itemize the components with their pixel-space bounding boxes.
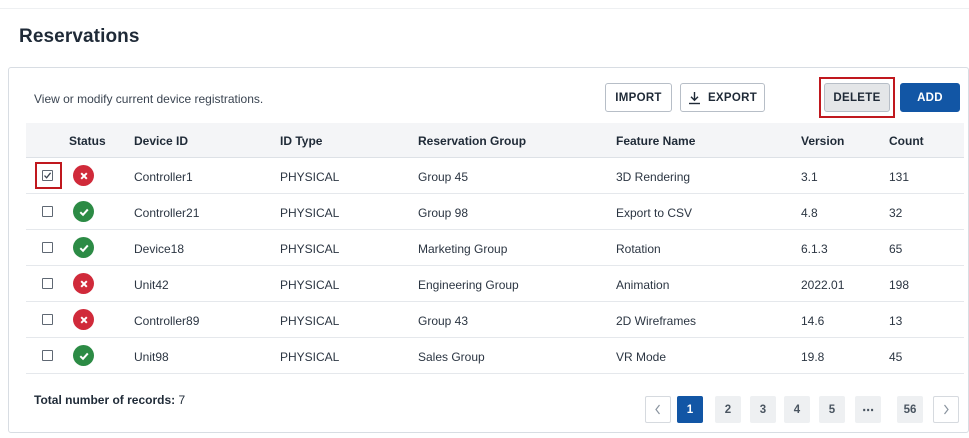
page-button[interactable]: 56 [897, 396, 923, 423]
device-id-cell: Unit98 [134, 350, 169, 364]
reservation-group-cell: Group 98 [418, 206, 469, 220]
page-button[interactable]: 4 [784, 396, 810, 423]
feature-name-cell: VR Mode [616, 350, 667, 364]
import-button[interactable]: IMPORT [605, 83, 672, 112]
checkmark-icon [44, 172, 52, 179]
page-title: Reservations [19, 26, 140, 47]
reservation-group-cell: Group 45 [418, 170, 469, 184]
feature-name-cell: Rotation [616, 242, 661, 256]
page-button[interactable]: 5 [819, 396, 845, 423]
top-divider [0, 8, 969, 9]
device-id-cell: Controller1 [134, 170, 193, 184]
feature-name-cell: 3D Rendering [616, 170, 691, 184]
id-type-cell: PHYSICAL [280, 350, 340, 364]
reservation-group-cell: Group 43 [418, 314, 469, 328]
page-button[interactable]: 1 [677, 396, 703, 423]
row-checkbox[interactable] [42, 314, 53, 325]
version-cell: 6.1.3 [801, 242, 828, 256]
feature-name-cell: 2D Wireframes [616, 314, 697, 328]
status-error-icon [73, 273, 94, 294]
version-cell: 3.1 [801, 170, 818, 184]
version-cell: 19.8 [801, 350, 825, 364]
count-cell: 32 [889, 206, 903, 220]
reservation-group-cell: Sales Group [418, 350, 485, 364]
column-header-version[interactable]: Version [801, 134, 844, 148]
page-button[interactable]: 3 [750, 396, 776, 423]
id-type-cell: PHYSICAL [280, 170, 340, 184]
column-header-feature-name[interactable]: Feature Name [616, 134, 695, 148]
table-row[interactable]: Controller89 PHYSICAL Group 43 2D Wireframe… [26, 302, 964, 338]
column-header-id-type[interactable]: ID Type [280, 134, 322, 148]
id-type-cell: PHYSICAL [280, 242, 340, 256]
table-row[interactable]: Unit98 PHYSICAL Sales Group VR Mode 19.8 45 [26, 338, 964, 374]
table-row[interactable]: Controller21 PHYSICAL Group 98 Export to CS… [26, 194, 964, 230]
device-id-cell: Unit42 [134, 278, 169, 292]
device-id-cell: Controller21 [134, 206, 200, 220]
version-cell: 2022.01 [801, 278, 845, 292]
column-header-count[interactable]: Count [889, 134, 924, 148]
export-button-label: EXPORT [707, 91, 758, 104]
add-button[interactable]: ADD [900, 83, 960, 112]
id-type-cell: PHYSICAL [280, 314, 340, 328]
count-cell: 13 [889, 314, 903, 328]
row-checkbox[interactable] [42, 278, 53, 289]
next-page-button[interactable] [933, 396, 959, 423]
count-cell: 198 [889, 278, 910, 292]
page-button[interactable]: 2 [715, 396, 741, 423]
total-records-label: Total number of records: [34, 393, 176, 407]
status-error-icon [73, 309, 94, 330]
status-ok-icon [73, 237, 94, 258]
device-id-cell: Device18 [134, 242, 185, 256]
row-checkbox[interactable] [42, 350, 53, 361]
download-icon [688, 91, 701, 105]
status-error-icon [73, 165, 94, 186]
row-checkbox-checked[interactable] [42, 170, 53, 181]
page-ellipsis[interactable]: ⋯ [855, 396, 881, 423]
reservation-group-cell: Marketing Group [418, 242, 508, 256]
row-checkbox[interactable] [42, 242, 53, 253]
id-type-cell: PHYSICAL [280, 206, 340, 220]
id-type-cell: PHYSICAL [280, 278, 340, 292]
previous-page-button[interactable] [645, 396, 671, 423]
table-row[interactable]: Unit42 PHYSICAL Engineering Group Animation… [26, 266, 964, 302]
table-description: View or modify current device registrati… [34, 92, 264, 106]
export-button[interactable]: EXPORT [680, 83, 765, 112]
total-records-value: 7 [178, 393, 186, 407]
column-header-reservation-group[interactable]: Reservation Group [418, 134, 526, 148]
reservation-group-cell: Engineering Group [418, 278, 519, 292]
total-records: Total number of records: 7 [34, 393, 185, 407]
chevron-right-icon [944, 404, 949, 415]
version-cell: 4.8 [801, 206, 818, 220]
feature-name-cell: Animation [616, 278, 670, 292]
count-cell: 65 [889, 242, 903, 256]
feature-name-cell: Export to CSV [616, 206, 693, 220]
table-header: Status Device ID ID Type Reservation Gro… [26, 123, 964, 158]
delete-button[interactable]: DELETE [824, 83, 890, 112]
device-id-cell: Controller89 [134, 314, 200, 328]
column-header-status[interactable]: Status [69, 134, 106, 148]
status-ok-icon [73, 345, 94, 366]
table-row[interactable]: Controller1 PHYSICAL Group 45 3D Rendering 3… [26, 158, 964, 194]
status-ok-icon [73, 201, 94, 222]
table-row[interactable]: Device18 PHYSICAL Marketing Group Rotation 6… [26, 230, 964, 266]
chevron-left-icon [655, 404, 660, 415]
version-cell: 14.6 [801, 314, 825, 328]
count-cell: 45 [889, 350, 903, 364]
column-header-device-id[interactable]: Device ID [134, 134, 188, 148]
count-cell: 131 [889, 170, 910, 184]
row-checkbox[interactable] [42, 206, 53, 217]
